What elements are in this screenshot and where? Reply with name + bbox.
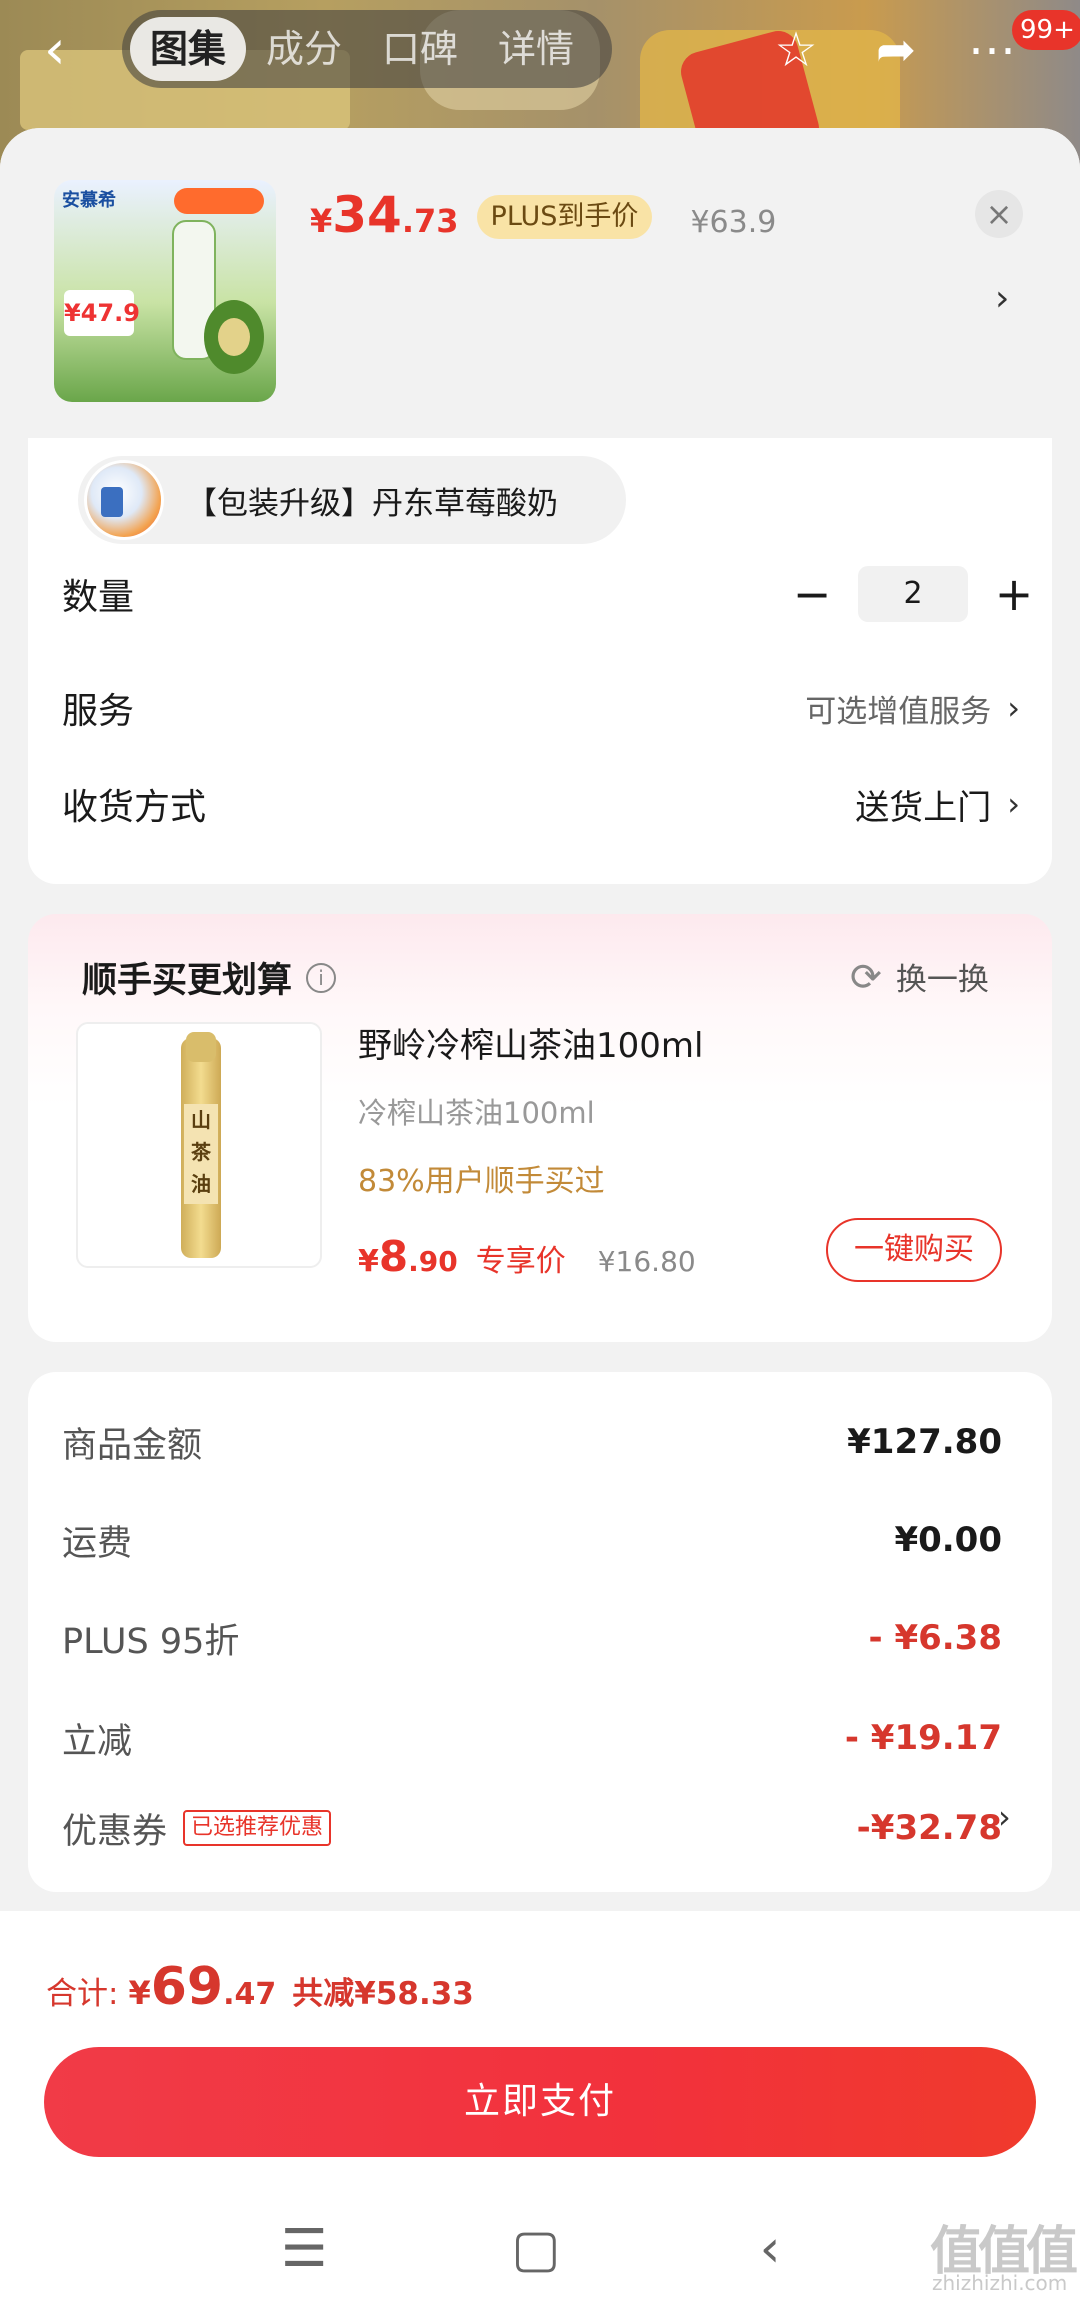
summary-amount: - ¥19.17 <box>844 1718 1002 1758</box>
summary-amount: ¥127.80 <box>847 1422 1002 1462</box>
chevron-right-icon[interactable]: › <box>995 278 1009 319</box>
service-row[interactable]: 服务 可选增值服务 › <box>62 678 1042 738</box>
price-symbol: ¥ <box>310 202 333 240</box>
recommendation-title: 顺手买更划算 i <box>82 952 337 1003</box>
total-integer: 69 <box>150 1957 224 2017</box>
quantity-stepper: − 2 + <box>784 566 1042 622</box>
pay-now-button[interactable]: 立即支付 <box>44 2047 1036 2157</box>
decrease-button[interactable]: − <box>784 566 840 622</box>
one-click-buy-button[interactable]: 一键购买 <box>826 1218 1002 1282</box>
thumb-price: ¥47.9 <box>64 290 140 336</box>
total-symbol: ¥ <box>128 1974 151 2012</box>
summary-label: 优惠券 <box>62 1811 168 1852</box>
tab-reviews[interactable]: 口碑 <box>362 17 478 81</box>
original-price: ¥63.9 <box>690 205 777 240</box>
summary-label: 商品金额 <box>62 1425 203 1466</box>
options-card: 【包装升级】丹东草莓酸奶 数量 − 2 + 服务 可选增值服务 › 收货方式 送… <box>28 438 1052 884</box>
detail-tabs: 图集 成分 口碑 详情 <box>122 10 612 88</box>
total-saved: 共减¥58.33 <box>292 1976 474 2012</box>
close-button[interactable]: × <box>975 190 1023 238</box>
recommended-product-subtitle: 冷榨山茶油100ml <box>358 1096 595 1130</box>
info-icon[interactable]: i <box>306 962 337 993</box>
increase-button[interactable]: + <box>986 566 1042 622</box>
delivery-label: 收货方式 <box>62 787 207 828</box>
rec-original-price: ¥16.80 <box>597 1245 696 1278</box>
quantity-row: 数量 − 2 + <box>62 564 1042 624</box>
service-label: 服务 <box>62 691 135 732</box>
sheet-header: 安慕希 ¥47.9 ¥ 34 .73 PLUS到手价 ¥63.9 × › <box>0 128 1080 438</box>
price-summary-card: 商品金额 ¥127.80 运费 ¥0.00 PLUS 95折 - ¥6.38 立… <box>28 1372 1052 1892</box>
refresh-icon: ⟳ <box>850 954 882 999</box>
price-decimal: .73 <box>401 202 459 240</box>
total-decimal: .47 <box>223 1977 277 2012</box>
summary-row-shipping: 运费 ¥0.00 <box>62 1510 1002 1570</box>
chevron-right-icon: › <box>1007 785 1020 823</box>
product-price: ¥ 34 .73 PLUS到手价 ¥63.9 <box>310 186 776 256</box>
swap-label: 换一换 <box>895 962 989 998</box>
summary-row-subtotal: 商品金额 ¥127.80 <box>62 1412 1002 1472</box>
share-icon[interactable]: ➦ <box>866 20 926 80</box>
recommended-product-name[interactable]: 野岭冷榨山茶油100ml <box>358 1018 703 1067</box>
recommendation-card: 顺手买更划算 i ⟳ 换一换 山茶油 野岭冷榨山茶油100ml 冷榨山茶油100… <box>28 914 1052 1342</box>
checkout-bar: 合计: ¥ 69 .47 共减¥58.33 立即支付 ☰ ▢ ‹ 值值值 zhi… <box>0 1911 1080 2297</box>
recommendation-title-text: 顺手买更划算 <box>82 961 293 1001</box>
recommended-product-stat: 83%用户顺手买过 <box>358 1164 605 1199</box>
summary-row-plus-discount: PLUS 95折 - ¥6.38 <box>62 1608 1002 1668</box>
plus-price-tag: PLUS到手价 <box>476 195 653 239</box>
tab-gallery[interactable]: 图集 <box>130 17 247 81</box>
quantity-input[interactable]: 2 <box>858 566 968 622</box>
thumb-brand: 安慕希 <box>62 190 116 211</box>
variant-label: 【包装升级】丹东草莓酸奶 <box>186 485 558 522</box>
system-navigation-bar: ☰ ▢ ‹ <box>0 2201 1080 2297</box>
total-summary: 合计: ¥ 69 .47 共减¥58.33 <box>46 1957 474 2017</box>
summary-label: 立减 <box>62 1721 133 1762</box>
back-icon[interactable]: ‹ <box>44 20 100 80</box>
recent-apps-icon[interactable]: ☰ <box>264 2219 344 2279</box>
variant-thumbnail <box>84 460 164 540</box>
cart-count-badge: 99+ <box>1012 10 1080 50</box>
tab-details[interactable]: 详情 <box>478 17 594 81</box>
watermark-url: zhizhizhi.com <box>932 2271 1068 2295</box>
rec-price-integer: 8 <box>378 1232 409 1281</box>
total-label: 合计: <box>46 1976 119 2012</box>
summary-row-coupon[interactable]: 优惠券 已选推荐优惠 -¥32.78 <box>62 1798 1002 1858</box>
tab-ingredients[interactable]: 成分 <box>246 17 362 81</box>
recommended-product-image[interactable]: 山茶油 <box>76 1022 322 1268</box>
service-value: 可选增值服务 <box>805 693 992 730</box>
summary-amount: -¥32.78 <box>856 1808 1002 1848</box>
delivery-value: 送货上门 <box>855 787 992 828</box>
summary-amount: ¥0.00 <box>894 1520 1002 1560</box>
quantity-label: 数量 <box>62 577 135 618</box>
star-icon[interactable]: ☆ <box>766 20 826 80</box>
rec-price-decimal: .90 <box>408 1245 458 1278</box>
coupon-selected-tag: 已选推荐优惠 <box>183 1810 332 1846</box>
recommended-product-price: ¥ 8 .90 专享价 ¥16.80 <box>358 1232 696 1281</box>
rec-price-tag: 专享价 <box>475 1244 566 1279</box>
variant-option-selected[interactable]: 【包装升级】丹东草莓酸奶 <box>78 456 626 544</box>
product-thumbnail[interactable]: 安慕希 ¥47.9 <box>54 180 276 402</box>
bottle-label-text: 山茶油 <box>184 1104 218 1204</box>
home-icon[interactable]: ▢ <box>496 2219 576 2279</box>
coupon-label-group: 优惠券 已选推荐优惠 <box>62 1803 332 1854</box>
summary-amount: - ¥6.38 <box>868 1618 1003 1658</box>
summary-label: PLUS 95折 <box>62 1621 240 1662</box>
price-integer: 34 <box>332 186 402 244</box>
swap-button[interactable]: ⟳ 换一换 <box>850 954 989 999</box>
summary-row-instant-discount: 立减 - ¥19.17 <box>62 1708 1002 1768</box>
summary-label: 运费 <box>62 1523 133 1564</box>
chevron-right-icon: › <box>1007 689 1020 727</box>
chevron-right-icon[interactable]: › <box>998 1798 1011 1836</box>
rec-price-symbol: ¥ <box>358 1244 379 1279</box>
system-back-icon[interactable]: ‹ <box>730 2219 810 2279</box>
delivery-row[interactable]: 收货方式 送货上门 › <box>62 774 1042 834</box>
